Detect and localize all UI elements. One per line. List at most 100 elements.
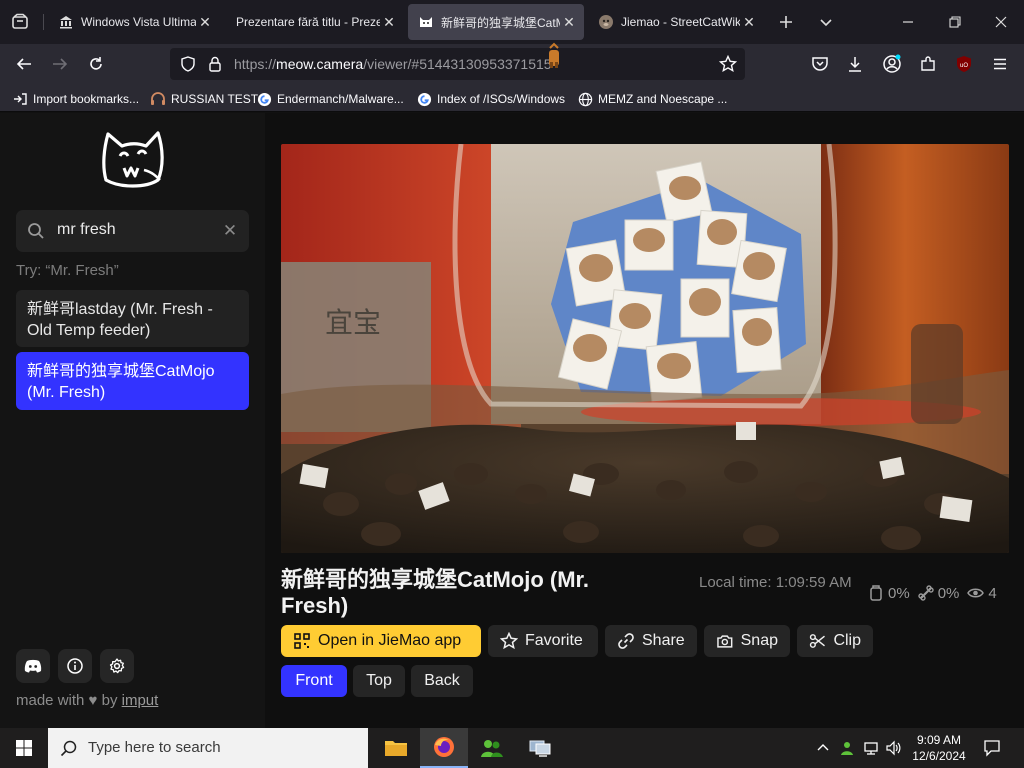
start-button[interactable] xyxy=(0,728,48,768)
headset-icon xyxy=(150,91,166,107)
discord-button[interactable] xyxy=(16,649,50,683)
search-hint: Try: “Mr. Fresh” xyxy=(16,262,119,279)
gear-icon xyxy=(109,658,125,674)
tab-catmojo[interactable]: 新鲜哥的独享城堡CatMojo ✕ xyxy=(408,4,584,40)
action-center-notification-icon[interactable] xyxy=(978,728,1006,768)
forward-arrow-icon[interactable] xyxy=(46,50,74,78)
taskbar-network-app[interactable] xyxy=(516,728,564,768)
back-arrow-icon[interactable] xyxy=(10,50,38,78)
share-button[interactable]: Share xyxy=(605,625,697,657)
cat-photo-favicon xyxy=(598,14,614,30)
made-with-text: made with xyxy=(16,692,85,709)
camera-stream[interactable]: 宜宝 xyxy=(281,144,1009,553)
tab-title: Windows Vista Ultimate xyxy=(81,15,196,29)
cat-logo-icon[interactable] xyxy=(100,130,166,190)
close-tab-icon[interactable]: ✕ xyxy=(560,13,578,31)
view-label: Back xyxy=(424,672,460,689)
camera-stats: 0% 0% 4 xyxy=(868,582,1005,604)
search-box[interactable] xyxy=(16,210,249,252)
tab-jiemao-wiki[interactable]: Jiemao - StreetCatWiki ✕ xyxy=(588,4,764,40)
search-input[interactable]: mr fresh xyxy=(57,221,116,239)
tab-title: 新鲜哥的独享城堡CatMojo xyxy=(441,15,560,30)
show-hidden-icons-chevron-up-icon[interactable] xyxy=(812,728,834,768)
snap-button[interactable]: Snap xyxy=(704,625,790,657)
clip-button[interactable]: Clip xyxy=(797,625,873,657)
hamburger-menu-icon[interactable] xyxy=(986,50,1014,78)
bookmark-import[interactable]: Import bookmarks... xyxy=(12,89,139,109)
close-tab-icon[interactable]: ✕ xyxy=(740,13,758,31)
url-path: /viewer/#51443130953371515 xyxy=(363,56,552,72)
tab-prezentare[interactable]: Prezentare fără titlu - Prezentări ✕ xyxy=(226,4,404,40)
firefox-icon xyxy=(434,737,454,757)
tab-title: Prezentare fără titlu - Prezentări xyxy=(236,15,380,29)
bookmark-label: Import bookmarks... xyxy=(33,92,140,106)
bookmark-isos[interactable]: Index of /ISOs/Windows xyxy=(416,89,565,109)
import-icon xyxy=(12,91,28,107)
view-label: Front xyxy=(295,672,333,689)
lock-icon[interactable] xyxy=(201,50,229,78)
account-icon[interactable] xyxy=(878,50,906,78)
food-level-stat: 0% xyxy=(868,585,910,602)
computer-network-icon xyxy=(529,740,551,757)
made-by-text: by xyxy=(101,692,118,709)
taskbar-firefox[interactable] xyxy=(420,728,468,768)
url-text[interactable]: https://meow.camera/viewer/#514431309533… xyxy=(234,56,552,72)
google-icon xyxy=(256,91,272,107)
sidebar xyxy=(0,113,265,728)
settings-button[interactable] xyxy=(100,649,134,683)
tray-people-icon[interactable] xyxy=(836,728,858,768)
heart-icon: ♥ xyxy=(88,692,98,709)
close-tab-icon[interactable]: ✕ xyxy=(196,13,214,31)
list-all-tabs-chevron-down-icon[interactable] xyxy=(812,8,840,36)
tracking-protection-shield-icon[interactable] xyxy=(174,50,202,78)
messenger-buddies-icon xyxy=(481,740,503,757)
tray-volume-icon[interactable] xyxy=(882,728,904,768)
result-label: 新鲜哥的独享城堡CatMojo (Mr. Fresh) xyxy=(27,363,215,401)
pocket-icon[interactable] xyxy=(806,50,834,78)
taskbar-file-explorer[interactable] xyxy=(372,728,420,768)
imput-link[interactable]: imput xyxy=(122,692,159,709)
tray-clock[interactable]: 9:09 AM 12/6/2024 xyxy=(904,732,974,764)
restore-window-button[interactable] xyxy=(941,8,969,36)
bookmark-memz[interactable]: MEMZ and Noescape ... xyxy=(577,89,727,109)
bowl-level-value: 0% xyxy=(937,584,960,602)
tab-overview-icon[interactable] xyxy=(6,8,34,36)
search-icon xyxy=(60,739,78,757)
view-back-button[interactable]: Back xyxy=(411,665,473,697)
clear-search-icon[interactable]: ✕ xyxy=(221,221,239,240)
globe-icon xyxy=(577,91,593,107)
downloads-icon[interactable] xyxy=(841,50,869,78)
tab-windows-vista[interactable]: Windows Vista Ultimate ✕ xyxy=(48,4,220,40)
close-window-button[interactable] xyxy=(987,8,1015,36)
reload-icon[interactable] xyxy=(82,50,110,78)
tab-title: Jiemao - StreetCatWiki xyxy=(621,15,740,29)
bookmark-star-icon[interactable] xyxy=(714,50,742,78)
search-result-item-selected[interactable]: 新鲜哥的独享城堡CatMojo (Mr. Fresh) xyxy=(16,352,249,410)
minimize-window-button[interactable] xyxy=(894,8,922,36)
favorite-button[interactable]: Favorite xyxy=(488,625,598,657)
qr-code-icon xyxy=(294,633,310,649)
windows-logo-icon xyxy=(16,740,32,756)
bookmark-label: RUSSIAN TEST xyxy=(171,92,259,106)
bookmark-russian-test[interactable]: RUSSIAN TEST xyxy=(150,89,258,109)
new-tab-button[interactable] xyxy=(772,8,800,36)
bookmark-label: MEMZ and Noescape ... xyxy=(598,92,728,106)
camera-icon xyxy=(717,635,733,648)
taskbar-search-placeholder: Type here to search xyxy=(88,739,221,756)
taskbar-messenger[interactable] xyxy=(468,728,516,768)
bookmark-label: Endermanch/Malware... xyxy=(277,92,404,106)
open-in-jiemao-label: Open in JieMao app xyxy=(318,632,462,649)
info-button[interactable] xyxy=(58,649,92,683)
food-bag-icon xyxy=(870,585,882,601)
bookmark-endermanch[interactable]: Endermanch/Malware... xyxy=(256,89,404,109)
view-top-button[interactable]: Top xyxy=(353,665,405,697)
snap-label: Snap xyxy=(740,632,778,649)
close-tab-icon[interactable]: ✕ xyxy=(380,13,398,31)
open-in-jiemao-button[interactable]: Open in JieMao app xyxy=(281,625,481,657)
extensions-puzzle-icon[interactable] xyxy=(914,50,942,78)
svg-text:宜宝: 宜宝 xyxy=(325,306,381,339)
view-front-button[interactable]: Front xyxy=(281,665,347,697)
tray-network-icon[interactable] xyxy=(860,728,882,768)
search-result-item[interactable]: 新鲜哥lastday (Mr. Fresh - Old Temp feeder) xyxy=(16,290,249,347)
ublock-origin-icon[interactable]: uO xyxy=(950,50,978,78)
